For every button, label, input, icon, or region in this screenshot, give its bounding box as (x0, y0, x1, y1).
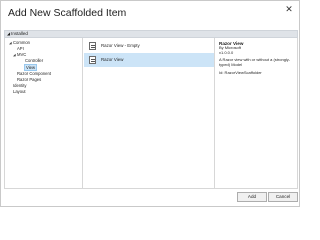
tree-item-label: Razor Component (17, 71, 51, 76)
section-label: Installed (11, 31, 28, 36)
tree-item-label: Razor Pages (17, 77, 42, 82)
tree-item-identity[interactable]: Identity (13, 83, 27, 88)
template-list: Razor View - Empty Razor View (83, 38, 215, 189)
category-tree: ◢Common API ◢MVC Controller View Razor C… (4, 38, 83, 189)
add-button[interactable]: Add (237, 192, 267, 202)
tree-item-controller[interactable]: Controller (25, 58, 43, 63)
razor-file-icon (89, 56, 96, 64)
tree-item-label: Layout (13, 89, 26, 94)
list-item-label: Razor View - Empty (101, 43, 140, 48)
tree-item-label: Controller (25, 58, 44, 63)
details-version: v1.0.0.0 (219, 49, 234, 55)
details-pane: Razor View By Microsoft v1.0.0.0 A Razor… (215, 38, 298, 189)
details-description: A Razor view with or without a (strongly… (219, 58, 293, 67)
tree-item-razor-component[interactable]: Razor Component (17, 71, 51, 76)
details-description-line: typed) Model (219, 61, 243, 67)
list-item-razor-view-empty[interactable]: Razor View - Empty (84, 39, 214, 53)
tree-item-label: MVC (17, 52, 27, 57)
razor-file-icon (89, 42, 96, 50)
dialog-title: Add New Scaffolded Item (8, 7, 127, 19)
tree-item-label: Common (13, 40, 30, 45)
tree-item-view[interactable]: View (24, 64, 38, 71)
collapse-triangle-icon: ◢ (7, 31, 11, 36)
list-item-razor-view[interactable]: Razor View (84, 53, 214, 67)
tree-item-label: View (26, 65, 36, 70)
details-id: Id: RazorViewScaffolder (219, 69, 262, 75)
close-icon[interactable]: ✕ (284, 4, 294, 14)
installed-section-header[interactable]: ◢Installed (4, 30, 298, 38)
tree-item-razor-pages[interactable]: Razor Pages (17, 77, 41, 82)
add-scaffold-dialog: Add New Scaffolded Item ✕ ◢Installed ◢Co… (0, 0, 300, 207)
tree-item-api[interactable]: API (17, 46, 24, 51)
tree-item-layout[interactable]: Layout (13, 89, 26, 94)
cancel-button[interactable]: Cancel (268, 192, 298, 202)
tree-item-label: API (17, 46, 24, 51)
tree-item-label: Identity (13, 83, 27, 88)
list-item-label: Razor View (101, 57, 124, 62)
